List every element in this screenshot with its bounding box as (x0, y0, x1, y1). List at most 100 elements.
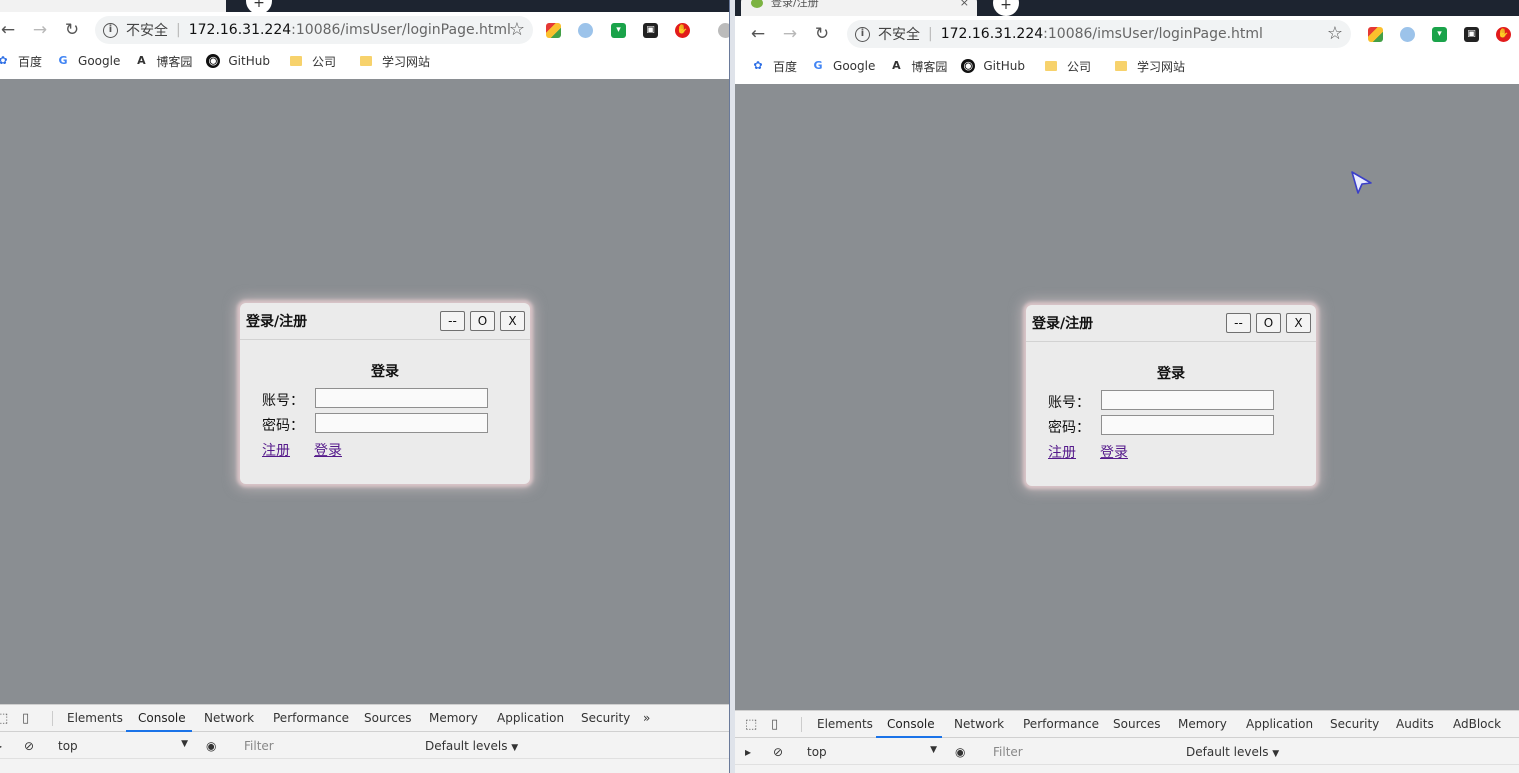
login-link[interactable]: 登录 (1100, 442, 1128, 462)
tab-elements[interactable]: Elements (67, 711, 123, 725)
bookmark-google[interactable]: G Google (56, 54, 121, 68)
red-stop-icon[interactable]: ✋ (675, 23, 690, 38)
password-input[interactable] (315, 413, 488, 433)
current-tab[interactable]: 登录/注册 × (741, 0, 977, 16)
address-bar[interactable]: i 不安全 | 172.16.31.224:10086/imsUser/logi… (95, 16, 533, 44)
forward-button[interactable]: → (29, 19, 51, 41)
info-icon[interactable]: i (103, 22, 118, 38)
bookmark-folder-learning[interactable]: 学习网站 (1114, 58, 1185, 75)
inspect-element-icon[interactable]: ⬚ (745, 717, 757, 732)
bookmark-baidu[interactable]: ✿ 百度 (0, 53, 42, 70)
clear-console-icon[interactable]: ⊘ (24, 739, 34, 753)
clear-console-icon[interactable]: ⊘ (773, 745, 783, 759)
blue-swirl-icon[interactable] (578, 23, 593, 38)
bookmark-github[interactable]: ◉ GitHub (961, 59, 1025, 73)
device-toolbar-icon[interactable]: ▯ (771, 717, 778, 732)
tab-adblock[interactable]: AdBlock (1453, 717, 1501, 731)
bookmark-folder-company[interactable]: 公司 (1044, 58, 1091, 75)
tab-security[interactable]: Security (1330, 717, 1379, 731)
register-link[interactable]: 注册 (1048, 442, 1076, 462)
context-selector[interactable]: top ▼ (58, 739, 190, 753)
red-stop-icon[interactable]: ✋ (1496, 27, 1511, 42)
back-button[interactable]: ← (0, 19, 19, 41)
account-input[interactable] (1101, 390, 1274, 410)
tab-memory[interactable]: Memory (1178, 717, 1227, 731)
dialog-divider (1026, 341, 1316, 342)
green-shield-icon[interactable]: ▾ (611, 23, 626, 38)
inspect-element-icon[interactable]: ⬚ (0, 711, 8, 726)
log-levels-dropdown[interactable]: Default levels ▼ (1186, 745, 1279, 759)
show-sidebar-icon[interactable]: ▸ (0, 739, 2, 753)
address-bar[interactable]: i 不安全 | 172.16.31.224:10086/imsUser/logi… (847, 20, 1351, 48)
bookmark-cnblogs[interactable]: A 博客园 (134, 53, 192, 70)
bookmark-label: 博客园 (156, 54, 193, 69)
tab-elements[interactable]: Elements (817, 717, 873, 731)
bookmarks-bar: ✿ 百度 G Google A 博客园 ◉ GitHub 公司 学习网站 (0, 48, 729, 74)
maximize-button[interactable]: O (470, 311, 495, 331)
green-shield-icon[interactable]: ▾ (1432, 27, 1447, 42)
address-path: :10086/imsUser/loginPage.html (291, 22, 511, 38)
tab-sources[interactable]: Sources (364, 711, 411, 725)
bookmark-baidu[interactable]: ✿ 百度 (751, 58, 797, 75)
tab-performance[interactable]: Performance (1023, 717, 1099, 731)
bookmark-folder-company[interactable]: 公司 (289, 53, 336, 70)
baidu-paw-icon: ✿ (753, 59, 763, 72)
tab-title: 登录/注册 (771, 0, 819, 9)
tab-close-icon[interactable]: × (960, 0, 969, 12)
colorful-cube-icon[interactable] (1368, 27, 1383, 42)
login-link[interactable]: 登录 (314, 440, 342, 460)
tab-sources[interactable]: Sources (1113, 717, 1160, 731)
console-filter-input[interactable]: Filter (244, 739, 274, 753)
tab-network[interactable]: Network (954, 717, 1004, 731)
context-selector[interactable]: top ▼ (807, 745, 939, 759)
account-input[interactable] (315, 388, 488, 408)
blue-swirl-icon[interactable] (1400, 27, 1415, 42)
log-levels-dropdown[interactable]: Default levels ▼ (425, 739, 518, 753)
tab-console[interactable]: Console (138, 711, 186, 725)
device-toolbar-icon[interactable]: ▯ (22, 711, 29, 726)
bookmark-label: 公司 (311, 54, 336, 69)
console-filter-input[interactable]: Filter (993, 745, 1023, 759)
bookmark-star-icon[interactable]: ☆ (509, 16, 525, 44)
right-browser-window: 登录/注册 × + ← → ↻ i 不安全 | 172.16.31.224:10… (735, 0, 1519, 773)
tab-audits[interactable]: Audits (1396, 717, 1434, 731)
black-box-icon[interactable]: ▣ (643, 23, 658, 38)
info-icon[interactable]: i (855, 26, 870, 42)
tab-memory[interactable]: Memory (429, 711, 478, 725)
minimize-button[interactable]: -- (440, 311, 465, 331)
reload-button[interactable]: ↻ (811, 23, 833, 45)
black-box-icon[interactable]: ▣ (1464, 27, 1479, 42)
tab-console[interactable]: Console (887, 717, 935, 731)
tab-network[interactable]: Network (204, 711, 254, 725)
address-path: :10086/imsUser/loginPage.html (1043, 26, 1263, 42)
account-label: 账号： (262, 393, 304, 409)
tab-application[interactable]: Application (1246, 717, 1313, 731)
current-tab[interactable] (0, 0, 226, 12)
minimize-button[interactable]: -- (1226, 313, 1251, 333)
back-button[interactable]: ← (747, 23, 769, 45)
bookmark-star-icon[interactable]: ☆ (1327, 20, 1343, 48)
close-button[interactable]: X (1286, 313, 1311, 333)
new-tab-button[interactable]: + (993, 0, 1019, 16)
close-button[interactable]: X (500, 311, 525, 331)
bookmark-label: 学习网站 (381, 54, 430, 69)
maximize-button[interactable]: O (1256, 313, 1281, 333)
reload-button[interactable]: ↻ (61, 19, 83, 41)
colorful-cube-icon[interactable] (546, 23, 561, 38)
more-tabs-button[interactable]: » (643, 711, 650, 725)
profile-avatar-icon[interactable] (718, 23, 729, 38)
bookmark-folder-learning[interactable]: 学习网站 (359, 53, 430, 70)
register-link[interactable]: 注册 (262, 440, 290, 460)
password-input[interactable] (1101, 415, 1274, 435)
tab-security[interactable]: Security (581, 711, 630, 725)
bookmark-cnblogs[interactable]: A 博客园 (889, 58, 947, 75)
tab-performance[interactable]: Performance (273, 711, 349, 725)
forward-button[interactable]: → (779, 23, 801, 45)
bookmark-github[interactable]: ◉ GitHub (206, 54, 270, 68)
tab-application[interactable]: Application (497, 711, 564, 725)
bookmark-google[interactable]: G Google (811, 59, 876, 73)
live-expression-eye-icon[interactable]: ◉ (206, 739, 216, 753)
active-tab-indicator (126, 730, 192, 732)
show-sidebar-icon[interactable]: ▸ (745, 745, 751, 759)
live-expression-eye-icon[interactable]: ◉ (955, 745, 965, 759)
